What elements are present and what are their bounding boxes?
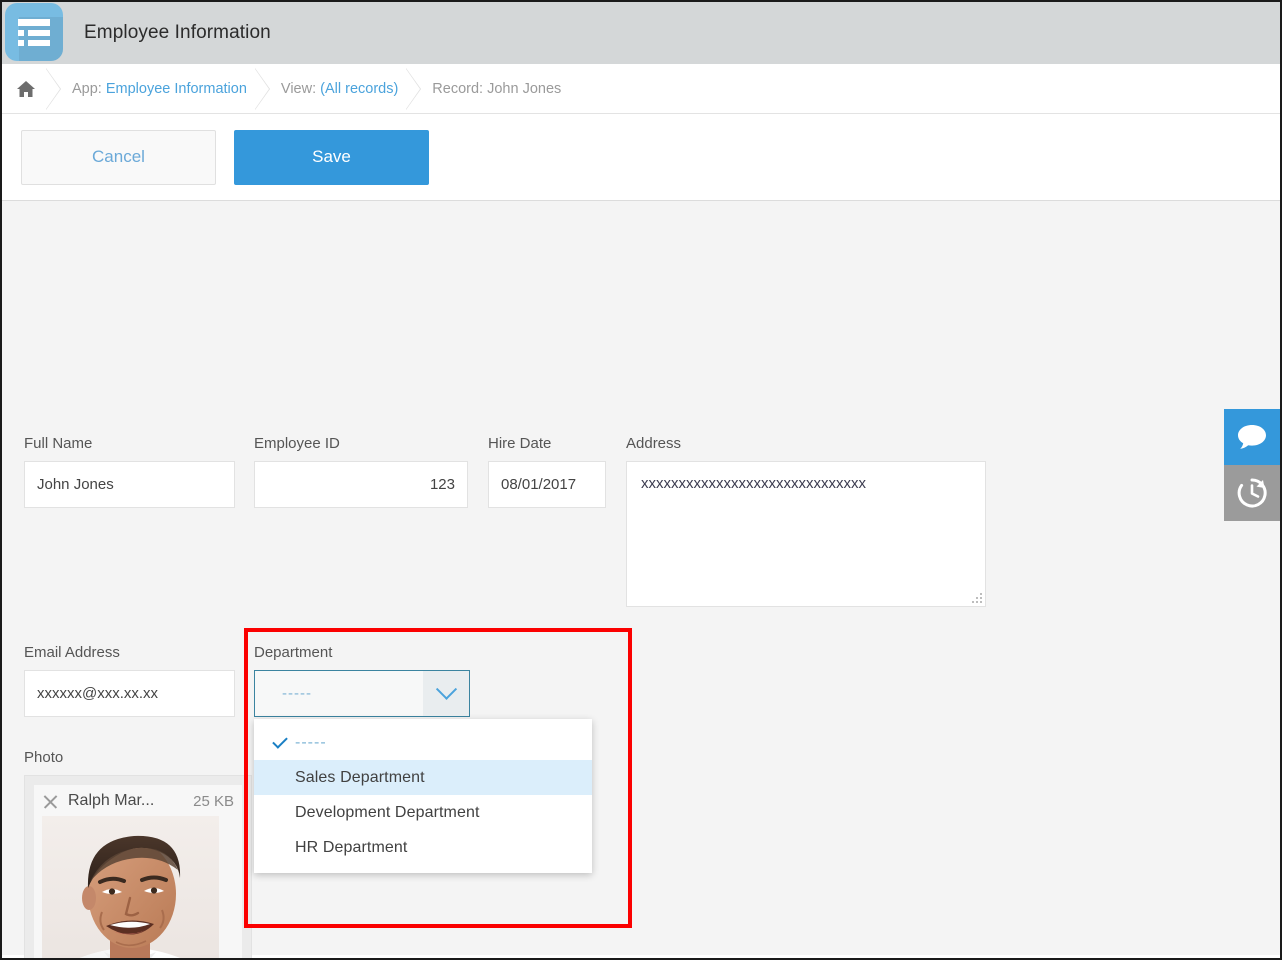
address-textarea[interactable]: xxxxxxxxxxxxxxxxxxxxxxxxxxxxxx [626, 461, 986, 607]
photo-attachment-header: Ralph Mar... 25 KB [42, 792, 234, 810]
dropdown-option-development[interactable]: Development Department [254, 795, 592, 830]
photo-file-size: 25 KB [193, 793, 234, 810]
breadcrumb-item-record: Record: John Jones [432, 81, 561, 97]
hire-date-input[interactable]: 08/01/2017 [488, 461, 606, 508]
employee-id-label: Employee ID [254, 435, 468, 452]
page-title: Employee Information [84, 22, 271, 44]
breadcrumb: App: Employee Information View: (All rec… [2, 64, 1280, 114]
dropdown-option-label: Sales Department [295, 769, 425, 787]
department-select[interactable]: ----- [254, 670, 470, 717]
field-department: Department ----- ----- Sales Department … [254, 644, 474, 873]
field-photo: Photo Ralph Mar... 25 KB [24, 749, 252, 960]
check-icon [264, 741, 295, 745]
breadcrumb-record-value: John Jones [487, 81, 561, 97]
breadcrumb-view-prefix: View: [281, 81, 320, 97]
dropdown-option-label: Development Department [295, 804, 480, 822]
field-hire-date: Hire Date 08/01/2017 [488, 435, 606, 508]
dropdown-option-blank[interactable]: ----- [254, 725, 592, 760]
full-name-input[interactable]: John Jones [24, 461, 235, 508]
dropdown-option-hr[interactable]: HR Department [254, 830, 592, 865]
field-address: Address xxxxxxxxxxxxxxxxxxxxxxxxxxxxxx [626, 435, 986, 607]
record-form: Full Name John Jones Employee ID 123 Hir… [2, 201, 1280, 955]
address-value: xxxxxxxxxxxxxxxxxxxxxxxxxxxxxx [641, 475, 866, 492]
department-dropdown-menu: ----- Sales Department Development Depar… [254, 719, 592, 873]
breadcrumb-separator [247, 64, 281, 114]
photo-attachment-card: Ralph Mar... 25 KB [34, 785, 242, 960]
dropdown-option-sales[interactable]: Sales Department [254, 760, 592, 795]
breadcrumb-item-app[interactable]: App: Employee Information [72, 81, 247, 97]
hire-date-label: Hire Date [488, 435, 606, 452]
photo-file-name: Ralph Mar... [68, 792, 187, 810]
department-selected-value: ----- [255, 685, 423, 702]
close-icon[interactable] [42, 793, 59, 810]
breadcrumb-item-view[interactable]: View: (All records) [281, 81, 398, 97]
title-bar: Employee Information [2, 2, 1280, 64]
field-employee-id: Employee ID 123 [254, 435, 468, 508]
side-tool-panel [1224, 409, 1280, 521]
dropdown-option-label: ----- [295, 734, 327, 752]
cancel-button[interactable]: Cancel [21, 130, 216, 185]
address-label: Address [626, 435, 986, 452]
save-button[interactable]: Save [234, 130, 429, 185]
action-bar: Cancel Save [2, 114, 1280, 201]
department-label: Department [254, 644, 474, 661]
home-icon[interactable] [14, 77, 38, 101]
application-window: Employee Information App: Employee Infor… [0, 0, 1282, 960]
breadcrumb-record-prefix: Record: [432, 81, 487, 97]
breadcrumb-app-prefix: App: [72, 81, 106, 97]
breadcrumb-view-link[interactable]: (All records) [320, 81, 398, 97]
list-app-icon [5, 3, 63, 61]
history-icon[interactable] [1224, 465, 1280, 521]
photo-label: Photo [24, 749, 252, 766]
breadcrumb-separator [38, 64, 72, 114]
comment-icon[interactable] [1224, 409, 1280, 465]
breadcrumb-app-link[interactable]: Employee Information [106, 81, 247, 97]
resize-handle[interactable] [972, 593, 982, 603]
email-address-input[interactable]: xxxxxx@xxx.xx.xx [24, 670, 235, 717]
chevron-down-icon[interactable] [423, 671, 469, 716]
full-name-label: Full Name [24, 435, 235, 452]
employee-id-input[interactable]: 123 [254, 461, 468, 508]
email-address-label: Email Address [24, 644, 235, 661]
photo-upload-widget: Ralph Mar... 25 KB [24, 775, 252, 960]
dropdown-option-label: HR Department [295, 839, 407, 857]
field-email-address: Email Address xxxxxx@xxx.xx.xx [24, 644, 235, 717]
field-full-name: Full Name John Jones [24, 435, 235, 508]
breadcrumb-separator [398, 64, 432, 114]
photo-thumbnail[interactable] [42, 816, 219, 960]
